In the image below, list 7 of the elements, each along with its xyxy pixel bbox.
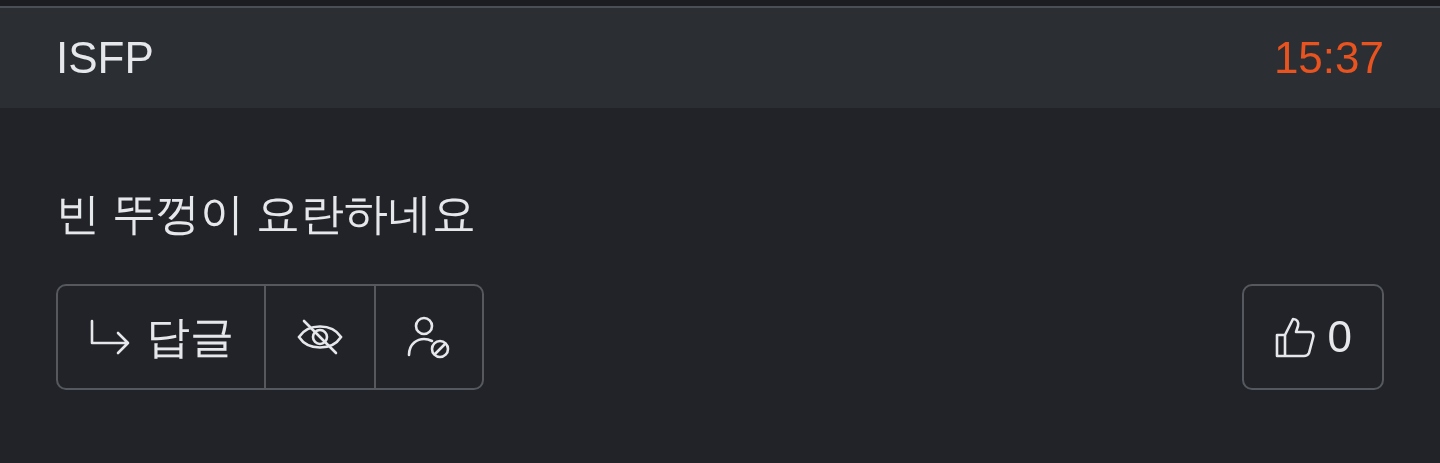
- comment-text: 빈 뚜껑이 요란하네요: [56, 188, 478, 240]
- eye-off-icon: [296, 317, 344, 357]
- thumbs-up-icon: [1273, 315, 1316, 359]
- comment-time: 15:37: [1273, 32, 1384, 84]
- author-name: ISFP: [56, 32, 154, 84]
- user-blocked-icon: [406, 315, 452, 359]
- like-button[interactable]: 0: [1241, 284, 1384, 390]
